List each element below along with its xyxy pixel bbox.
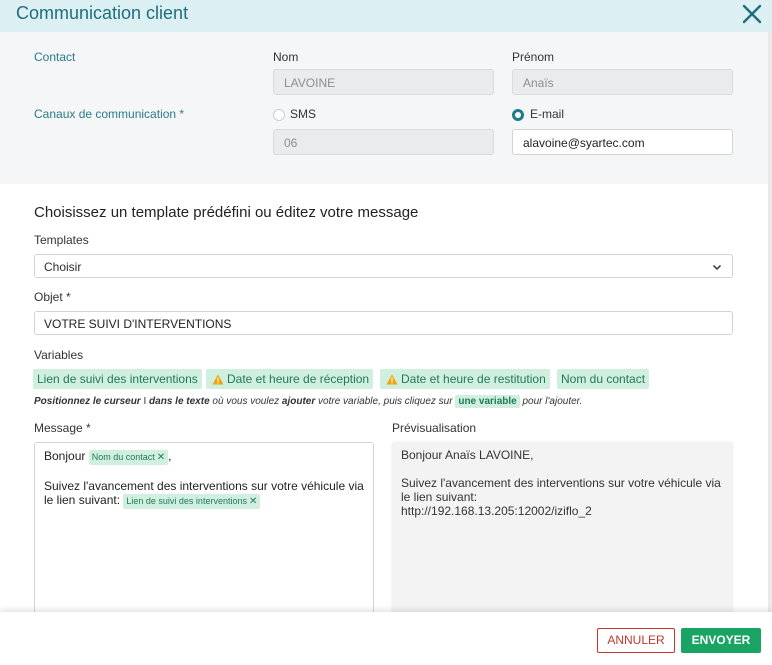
sms-field: 06 (273, 129, 494, 155)
prenom-label: Prénom (512, 50, 555, 64)
preview-label: Prévisualisation (392, 421, 477, 435)
cancel-button[interactable]: ANNULER (597, 628, 675, 653)
scrollbar[interactable] (768, 32, 772, 612)
channels-label: Canaux de communication * (34, 107, 185, 121)
dialog-title: Communication client (16, 3, 189, 23)
message-tag-lien-suivi[interactable]: Lien de suivi des interventions ✕ (123, 494, 261, 509)
variable-chip-label: Nom du contact (561, 372, 646, 386)
email-field[interactable]: alavoine@syartec.com (512, 129, 733, 155)
message-editor[interactable]: Bonjour Nom du contact ✕, Suivez l'avance… (34, 442, 374, 632)
preview-link: http://192.168.13.205:12002/iziflo_2 (401, 504, 592, 518)
variable-chip-label: Date et heure de réception (227, 372, 370, 386)
variables-hint: Positionnez le curseur I dans le texte o… (34, 395, 583, 408)
email-label[interactable]: E-mail (530, 107, 564, 121)
templates-select[interactable]: Choisir (34, 254, 733, 278)
remove-tag-icon[interactable]: ✕ (249, 496, 257, 507)
nom-field: LAVOINE (273, 69, 494, 95)
remove-tag-icon[interactable]: ✕ (157, 452, 165, 463)
templates-label: Templates (34, 233, 89, 247)
warning-icon (386, 374, 398, 388)
email-radio[interactable] (512, 109, 524, 121)
objet-label: Objet * (34, 290, 71, 304)
warning-icon (212, 374, 224, 388)
variable-chip-label: Lien de suivi des interventions (37, 372, 198, 386)
message-label: Message * (34, 421, 91, 435)
preview-line-1: Bonjour Anaïs LAVOINE, (401, 448, 534, 462)
message-tag-nom-contact[interactable]: Nom du contact ✕ (88, 450, 169, 465)
sms-label[interactable]: SMS (290, 107, 316, 121)
cursor-icon: I (143, 396, 147, 407)
message-greeting: Bonjour (44, 449, 86, 463)
send-button[interactable]: ENVOYER (681, 628, 761, 653)
chevron-down-icon (712, 261, 722, 275)
dialog-header: Communication client (0, 0, 772, 32)
template-section-title: Choisissez un template prédéfini ou édit… (34, 204, 419, 221)
templates-selected: Choisir (44, 260, 82, 274)
variable-chip-nom-contact[interactable]: Nom du contact (557, 369, 650, 389)
variables-label: Variables (34, 348, 84, 362)
preview-line-2: Suivez l'avancement des interventions su… (401, 476, 721, 504)
nom-label: Nom (273, 50, 299, 64)
variable-chip-lien-suivi[interactable]: Lien de suivi des interventions (33, 369, 202, 389)
contact-label: Contact (34, 50, 76, 64)
sms-radio[interactable] (273, 109, 285, 121)
prenom-field: Anaïs (512, 69, 733, 95)
objet-field[interactable]: VOTRE SUIVI D'INTERVENTIONS (34, 311, 733, 335)
close-icon[interactable] (740, 2, 764, 26)
variable-chip-date-restitution[interactable]: Date et heure de restitution (380, 369, 550, 389)
preview-panel: Bonjour Anaïs LAVOINE, Suivez l'avanceme… (392, 442, 733, 632)
variable-chip-label: Date et heure de restitution (401, 372, 546, 386)
hint-variable-chip: une variable (455, 395, 520, 408)
variable-chip-date-reception[interactable]: Date et heure de réception (206, 369, 374, 389)
